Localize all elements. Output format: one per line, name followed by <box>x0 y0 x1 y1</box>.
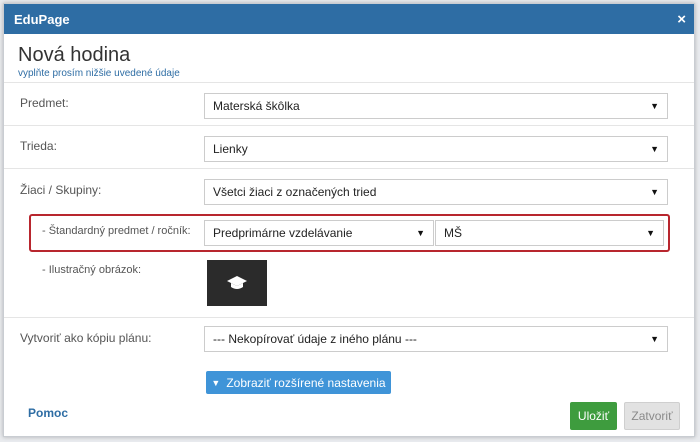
copy-plan-select[interactable]: --- Nekopírovať údaje z iného plánu --- … <box>204 326 668 352</box>
subject-value: Materská škôlka <box>213 99 300 113</box>
illustration-label: - Ilustračný obrázok: <box>42 264 142 276</box>
advanced-settings-label: Zobraziť rozšírené nastavenia <box>226 375 386 390</box>
subject-select[interactable]: Materská škôlka ▼ <box>204 93 668 119</box>
subject-label: Predmet: <box>20 96 69 110</box>
students-select[interactable]: Všetci žiaci z označených tried ▼ <box>204 179 668 205</box>
save-button[interactable]: Uložiť <box>570 402 617 430</box>
chevron-down-icon: ▼ <box>650 187 659 197</box>
subject-row: Predmet: Materská škôlka ▼ <box>4 82 694 126</box>
chevron-down-icon: ▼ <box>416 228 425 238</box>
standard-subject-select[interactable]: Predprimárne vzdelávanie ▼ <box>204 220 434 246</box>
students-row: Žiaci / Skupiny: Všetci žiaci z označený… <box>4 168 694 213</box>
standard-subject-label: - Štandardný predmet / ročník: <box>42 225 191 237</box>
show-advanced-settings-button[interactable]: ▼ Zobraziť rozšírené nastavenia <box>206 371 391 394</box>
chevron-down-icon: ▼ <box>650 334 659 344</box>
students-label: Žiaci / Skupiny: <box>20 183 102 197</box>
chevron-down-icon: ▼ <box>650 144 659 154</box>
students-value: Všetci žiaci z označených tried <box>213 185 377 199</box>
new-lesson-dialog: EduPage × Nová hodina vyplňte prosím niž… <box>3 3 695 437</box>
page-subtitle: vyplňte prosím nižšie uvedené údaje <box>18 68 180 79</box>
copy-plan-value: --- Nekopírovať údaje z iného plánu --- <box>213 332 417 346</box>
app-name: EduPage <box>14 11 70 27</box>
class-value: Lienky <box>213 142 248 156</box>
chevron-down-icon: ▼ <box>650 101 659 111</box>
dialog-heading: Nová hodina vyplňte prosím nižšie uveden… <box>4 34 694 79</box>
class-label: Trieda: <box>20 139 57 153</box>
copy-plan-label: Vytvoriť ako kópiu plánu: <box>20 331 152 345</box>
help-link[interactable]: Pomoc <box>28 406 68 420</box>
close-button[interactable]: Zatvoriť <box>624 402 680 430</box>
chevron-down-icon: ▼ <box>211 377 221 388</box>
standard-subject-value: Predprimárne vzdelávanie <box>213 226 353 240</box>
class-select[interactable]: Lienky ▼ <box>204 136 668 162</box>
dialog-titlebar: EduPage × <box>4 4 694 34</box>
illustration-thumbnail[interactable] <box>207 260 267 306</box>
close-icon[interactable]: × <box>677 12 686 27</box>
graduation-cap-icon <box>227 276 247 289</box>
page-title: Nová hodina <box>18 44 131 66</box>
grade-select[interactable]: MŠ ▼ <box>435 220 664 246</box>
chevron-down-icon: ▼ <box>646 228 655 238</box>
class-row: Trieda: Lienky ▼ <box>4 125 694 169</box>
copy-plan-row: Vytvoriť ako kópiu plánu: --- Nekopírova… <box>4 317 694 363</box>
grade-value: MŠ <box>444 226 462 240</box>
